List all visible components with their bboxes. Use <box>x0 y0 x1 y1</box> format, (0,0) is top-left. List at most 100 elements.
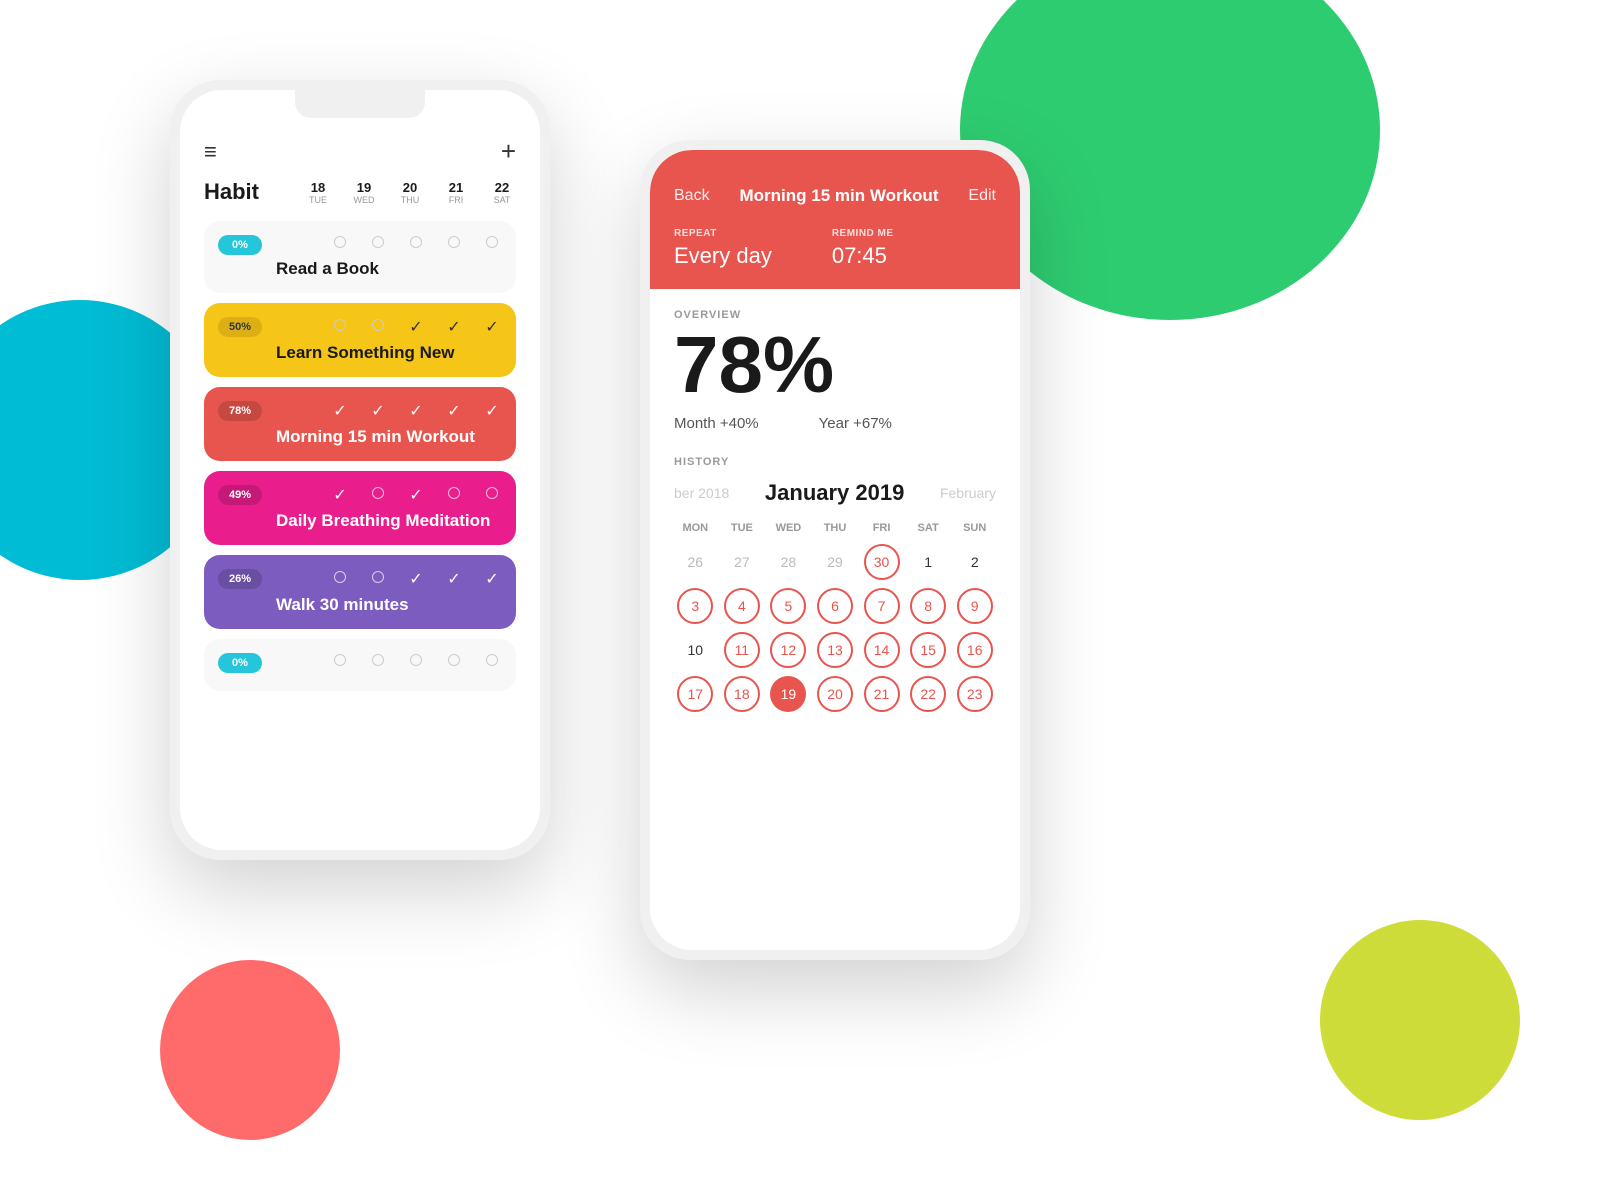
check-5-workout: ✓ <box>482 401 502 421</box>
cal-header-sat: SAT <box>907 518 950 538</box>
cal-cell-19[interactable]: 19 <box>767 674 810 714</box>
cal-cell-15[interactable]: 15 <box>907 630 950 670</box>
date-day-3: THU <box>396 195 424 205</box>
phone-2-title: Morning 15 min Workout <box>740 186 939 206</box>
phone-1-header: ≡ + <box>204 118 516 179</box>
habit-row-top-read: 0% <box>218 235 502 253</box>
cal-header-thu: THU <box>814 518 857 538</box>
edit-button[interactable]: Edit <box>968 187 996 205</box>
cal-cell-9[interactable]: 9 <box>953 586 996 626</box>
habit-name-learn: Learn Something New <box>218 343 502 363</box>
check-3-meditation: ✓ <box>406 485 426 505</box>
check-2-empty <box>368 653 388 671</box>
cal-cell-7[interactable]: 7 <box>860 586 903 626</box>
habit-row-top-walk: 26% ✓ ✓ ✓ <box>218 569 502 589</box>
add-icon[interactable]: + <box>501 136 516 167</box>
date-day-5: SAT <box>488 195 516 205</box>
date-day-4: FRI <box>442 195 470 205</box>
habit-name-workout: Morning 15 min Workout <box>218 427 502 447</box>
check-1-learn <box>330 318 350 336</box>
check-4-empty <box>444 653 464 671</box>
date-num-3: 20 <box>396 180 424 195</box>
habit-name-walk: Walk 30 minutes <box>218 595 502 615</box>
habit-checks-empty <box>330 653 502 671</box>
phone-2-notch <box>770 150 900 178</box>
next-month[interactable]: February <box>940 485 996 501</box>
bg-salmon-shape <box>160 960 340 1140</box>
habit-checks-meditation: ✓ ✓ <box>330 485 502 505</box>
remind-item: REMIND ME 07:45 <box>832 228 894 269</box>
cal-cell-2: 2 <box>953 542 996 582</box>
habit-row-top-learn: 50% ✓ ✓ ✓ <box>218 317 502 337</box>
year-stat: Year +67% <box>819 415 892 432</box>
phone-1-inner: ≡ + Habit 18 TUE 19 WED 20 <box>180 90 540 850</box>
habit-row-top-workout: 78% ✓ ✓ ✓ ✓ ✓ <box>218 401 502 421</box>
phone-2-header: Back Morning 15 min Workout Edit REPEAT … <box>650 150 1020 289</box>
phone-1: ≡ + Habit 18 TUE 19 WED 20 <box>170 80 550 860</box>
habit-row-meditation[interactable]: 49% ✓ ✓ Daily Breathing Meditation <box>204 471 516 545</box>
habit-checks-read <box>330 235 502 253</box>
cal-cell-5[interactable]: 5 <box>767 586 810 626</box>
habit-row-read[interactable]: 0% Read a Book <box>204 221 516 293</box>
date-col-3: 20 THU <box>396 180 424 205</box>
cal-cell-16[interactable]: 16 <box>953 630 996 670</box>
phone-2-content: OVERVIEW 78% Month +40% Year +67% HISTOR… <box>650 289 1020 734</box>
habit-name-read: Read a Book <box>218 259 502 279</box>
cal-cell-17[interactable]: 17 <box>674 674 717 714</box>
phone-2-nav: Back Morning 15 min Workout Edit <box>674 178 996 220</box>
check-1-walk <box>330 570 350 588</box>
check-4-meditation <box>444 486 464 504</box>
remind-value: 07:45 <box>832 243 887 268</box>
check-2-read <box>368 235 388 253</box>
check-3-learn: ✓ <box>406 317 426 337</box>
phone-2-inner: Back Morning 15 min Workout Edit REPEAT … <box>650 150 1020 950</box>
cal-cell-12[interactable]: 12 <box>767 630 810 670</box>
cal-cell-6[interactable]: 6 <box>814 586 857 626</box>
habit-checks-learn: ✓ ✓ ✓ <box>330 317 502 337</box>
cal-cell-20[interactable]: 20 <box>814 674 857 714</box>
calendar-nav: ber 2018 January 2019 February <box>674 480 996 506</box>
back-button[interactable]: Back <box>674 187 710 205</box>
overview-stats: Month +40% Year +67% <box>674 415 996 432</box>
cal-cell-4[interactable]: 4 <box>721 586 764 626</box>
check-2-meditation <box>368 486 388 504</box>
cal-cell-1: 1 <box>907 542 950 582</box>
cal-cell-27: 27 <box>721 542 764 582</box>
date-col-2: 19 WED <box>350 180 378 205</box>
prev-month[interactable]: ber 2018 <box>674 485 729 501</box>
cal-cell-21[interactable]: 21 <box>860 674 903 714</box>
check-2-walk <box>368 570 388 588</box>
habit-checks-workout: ✓ ✓ ✓ ✓ ✓ <box>330 401 502 421</box>
cal-cell-22[interactable]: 22 <box>907 674 950 714</box>
cal-cell-11[interactable]: 11 <box>721 630 764 670</box>
check-5-read <box>482 235 502 253</box>
cal-cell-14[interactable]: 14 <box>860 630 903 670</box>
check-1-workout: ✓ <box>330 401 350 421</box>
menu-icon[interactable]: ≡ <box>204 139 215 165</box>
cal-cell-26: 26 <box>674 542 717 582</box>
check-4-learn: ✓ <box>444 317 464 337</box>
cal-cell-13[interactable]: 13 <box>814 630 857 670</box>
remind-label: REMIND ME <box>832 228 894 239</box>
habit-row-empty[interactable]: 0% <box>204 639 516 691</box>
calendar-grid: MON TUE WED THU FRI SAT SUN 26 27 28 29 … <box>674 518 996 714</box>
habit-row-workout[interactable]: 78% ✓ ✓ ✓ ✓ ✓ Morning 15 min Workout <box>204 387 516 461</box>
cal-header-wed: WED <box>767 518 810 538</box>
cal-cell-30[interactable]: 30 <box>860 542 903 582</box>
check-4-workout: ✓ <box>444 401 464 421</box>
cal-cell-28: 28 <box>767 542 810 582</box>
cal-cell-3[interactable]: 3 <box>674 586 717 626</box>
phone-1-notch <box>295 90 425 118</box>
habit-percent-read: 0% <box>218 235 262 255</box>
habit-row-walk[interactable]: 26% ✓ ✓ ✓ Walk 30 minutes <box>204 555 516 629</box>
cal-cell-23[interactable]: 23 <box>953 674 996 714</box>
current-month: January 2019 <box>765 480 904 506</box>
cal-cell-18[interactable]: 18 <box>721 674 764 714</box>
habit-percent-walk: 26% <box>218 569 262 589</box>
date-num-1: 18 <box>304 180 332 195</box>
habit-row-learn[interactable]: 50% ✓ ✓ ✓ Learn Something New <box>204 303 516 377</box>
cal-cell-8[interactable]: 8 <box>907 586 950 626</box>
habit-checks-walk: ✓ ✓ ✓ <box>330 569 502 589</box>
date-columns: 18 TUE 19 WED 20 THU 21 FRI <box>304 180 516 205</box>
habit-row-top-meditation: 49% ✓ ✓ <box>218 485 502 505</box>
